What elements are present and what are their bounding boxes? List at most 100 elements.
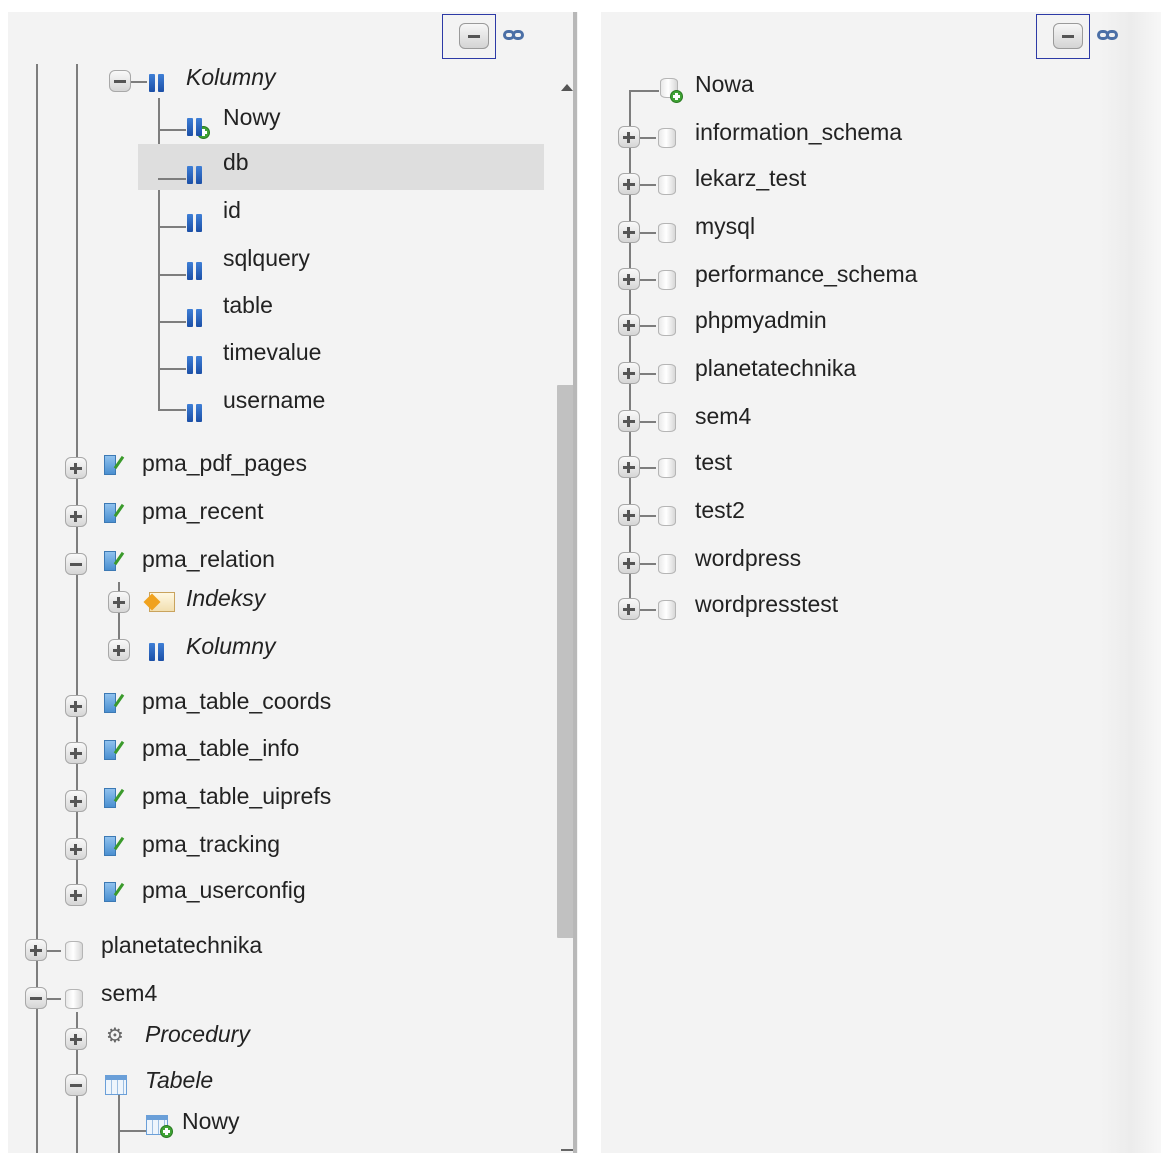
tree-item-table[interactable]: pma_tracking [142,830,280,858]
collapse-icon[interactable] [25,987,47,1009]
indexes-icon [149,592,175,612]
tree-item-database[interactable]: test2 [695,496,745,524]
expand-icon[interactable] [618,552,640,574]
column-icon [186,164,204,184]
add-badge-icon [160,1125,173,1138]
tree-line [118,1094,120,1153]
tree-item-database[interactable]: wordpresstest [695,590,838,618]
expand-icon[interactable] [65,695,87,717]
tree-line [629,90,631,620]
tree-item-database[interactable]: lekarz_test [695,164,806,192]
column-icon [186,212,204,232]
collapse-all-icon[interactable] [1053,23,1083,49]
expand-icon[interactable] [65,742,87,764]
database-icon [658,270,676,290]
tree-item-database[interactable]: sem4 [101,979,157,1007]
expand-icon[interactable] [618,456,640,478]
scroll-up-arrow-icon[interactable] [561,84,573,91]
tree-item-procedury[interactable]: Procedury [145,1020,250,1048]
link-with-main-panel-icon[interactable] [501,23,527,49]
navigation-tree-right: Nowa information_schema lekarz_test mysq… [601,12,1161,1153]
database-icon [658,175,676,195]
expand-icon[interactable] [65,884,87,906]
table-icon [102,834,128,856]
tree-item-database[interactable]: sem4 [695,402,751,430]
expand-icon[interactable] [65,790,87,812]
tree-item-new-column[interactable]: Nowy [223,103,281,131]
expand-icon[interactable] [108,639,130,661]
tree-item-table[interactable]: pma_table_info [142,734,299,762]
table-icon [102,501,128,523]
tree-item-column-table[interactable]: table [223,291,273,319]
expand-icon[interactable] [618,410,640,432]
expand-icon[interactable] [25,939,47,961]
database-icon [658,458,676,478]
new-database-icon [660,78,683,103]
tree-item-database[interactable]: test [695,448,732,476]
database-icon [658,412,676,432]
tree-item-database[interactable]: phpmyadmin [695,306,827,334]
panel-divider[interactable] [573,12,577,1153]
columns-icon [148,641,166,661]
expand-icon[interactable] [618,173,640,195]
expand-icon[interactable] [65,838,87,860]
table-icon [102,691,128,713]
table-icon [102,453,128,475]
collapse-all-icon[interactable] [459,23,489,49]
expand-icon[interactable] [108,591,130,613]
table-icon [102,549,128,571]
tree-item-table[interactable]: pma_table_uiprefs [142,782,331,810]
database-icon [658,223,676,243]
tree-item-kolumny[interactable]: Kolumny [186,63,275,91]
tree-item-new-database[interactable]: Nowa [695,70,754,98]
expand-icon[interactable] [618,504,640,526]
procedures-gear-icon: ⚙ [106,1025,124,1047]
expand-icon[interactable] [618,314,640,336]
tree-item-tabele[interactable]: Tabele [145,1066,213,1094]
expand-icon[interactable] [618,268,640,290]
tree-item-column-username[interactable]: username [223,386,325,414]
navigation-tree-left: Kolumny Nowy db id sqlquery table timeva… [8,12,578,1153]
column-icon [186,354,204,374]
tree-item-database[interactable]: performance_schema [695,260,917,288]
tree-item-column-db[interactable]: db [223,148,249,176]
collapse-icon[interactable] [65,553,87,575]
expand-icon[interactable] [618,126,640,148]
expand-icon[interactable] [65,505,87,527]
expand-icon[interactable] [618,362,640,384]
database-icon [658,364,676,384]
expand-icon[interactable] [65,457,87,479]
tree-item-column-timevalue[interactable]: timevalue [223,338,321,366]
database-icon [658,600,676,620]
tree-item-table[interactable]: pma_pdf_pages [142,449,307,477]
column-icon [186,307,204,327]
tree-item-database[interactable]: planetatechnika [695,354,856,382]
table-icon [102,738,128,760]
tree-item-kolumny[interactable]: Kolumny [186,632,275,660]
new-column-icon [186,116,210,139]
tree-item-database[interactable]: wordpress [695,544,801,572]
tree-item-database[interactable]: planetatechnika [101,931,262,959]
expand-icon[interactable] [618,598,640,620]
tree-item-table[interactable]: pma_relation [142,545,275,573]
tree-item-table[interactable]: pma_table_coords [142,687,331,715]
tree-item-column-id[interactable]: id [223,196,241,224]
tree-item-column-sqlquery[interactable]: sqlquery [223,244,310,272]
tree-item-table[interactable]: pma_userconfig [142,876,306,904]
link-with-main-panel-icon[interactable] [1095,23,1121,49]
scroll-down-arrow-icon[interactable] [561,1149,573,1151]
tree-item-indeksy[interactable]: Indeksy [186,584,265,612]
column-icon [186,260,204,280]
database-icon [65,989,83,1009]
collapse-icon[interactable] [109,70,131,92]
tree-item-database[interactable]: information_schema [695,118,902,146]
columns-icon [148,72,166,92]
tree-item-table[interactable]: pma_recent [142,497,263,525]
database-icon [658,554,676,574]
tree-item-database[interactable]: mysql [695,212,755,240]
table-icon [102,880,128,902]
expand-icon[interactable] [618,221,640,243]
expand-icon[interactable] [65,1028,87,1050]
tree-item-new-table[interactable]: Nowy [182,1107,240,1135]
collapse-icon[interactable] [65,1074,87,1096]
